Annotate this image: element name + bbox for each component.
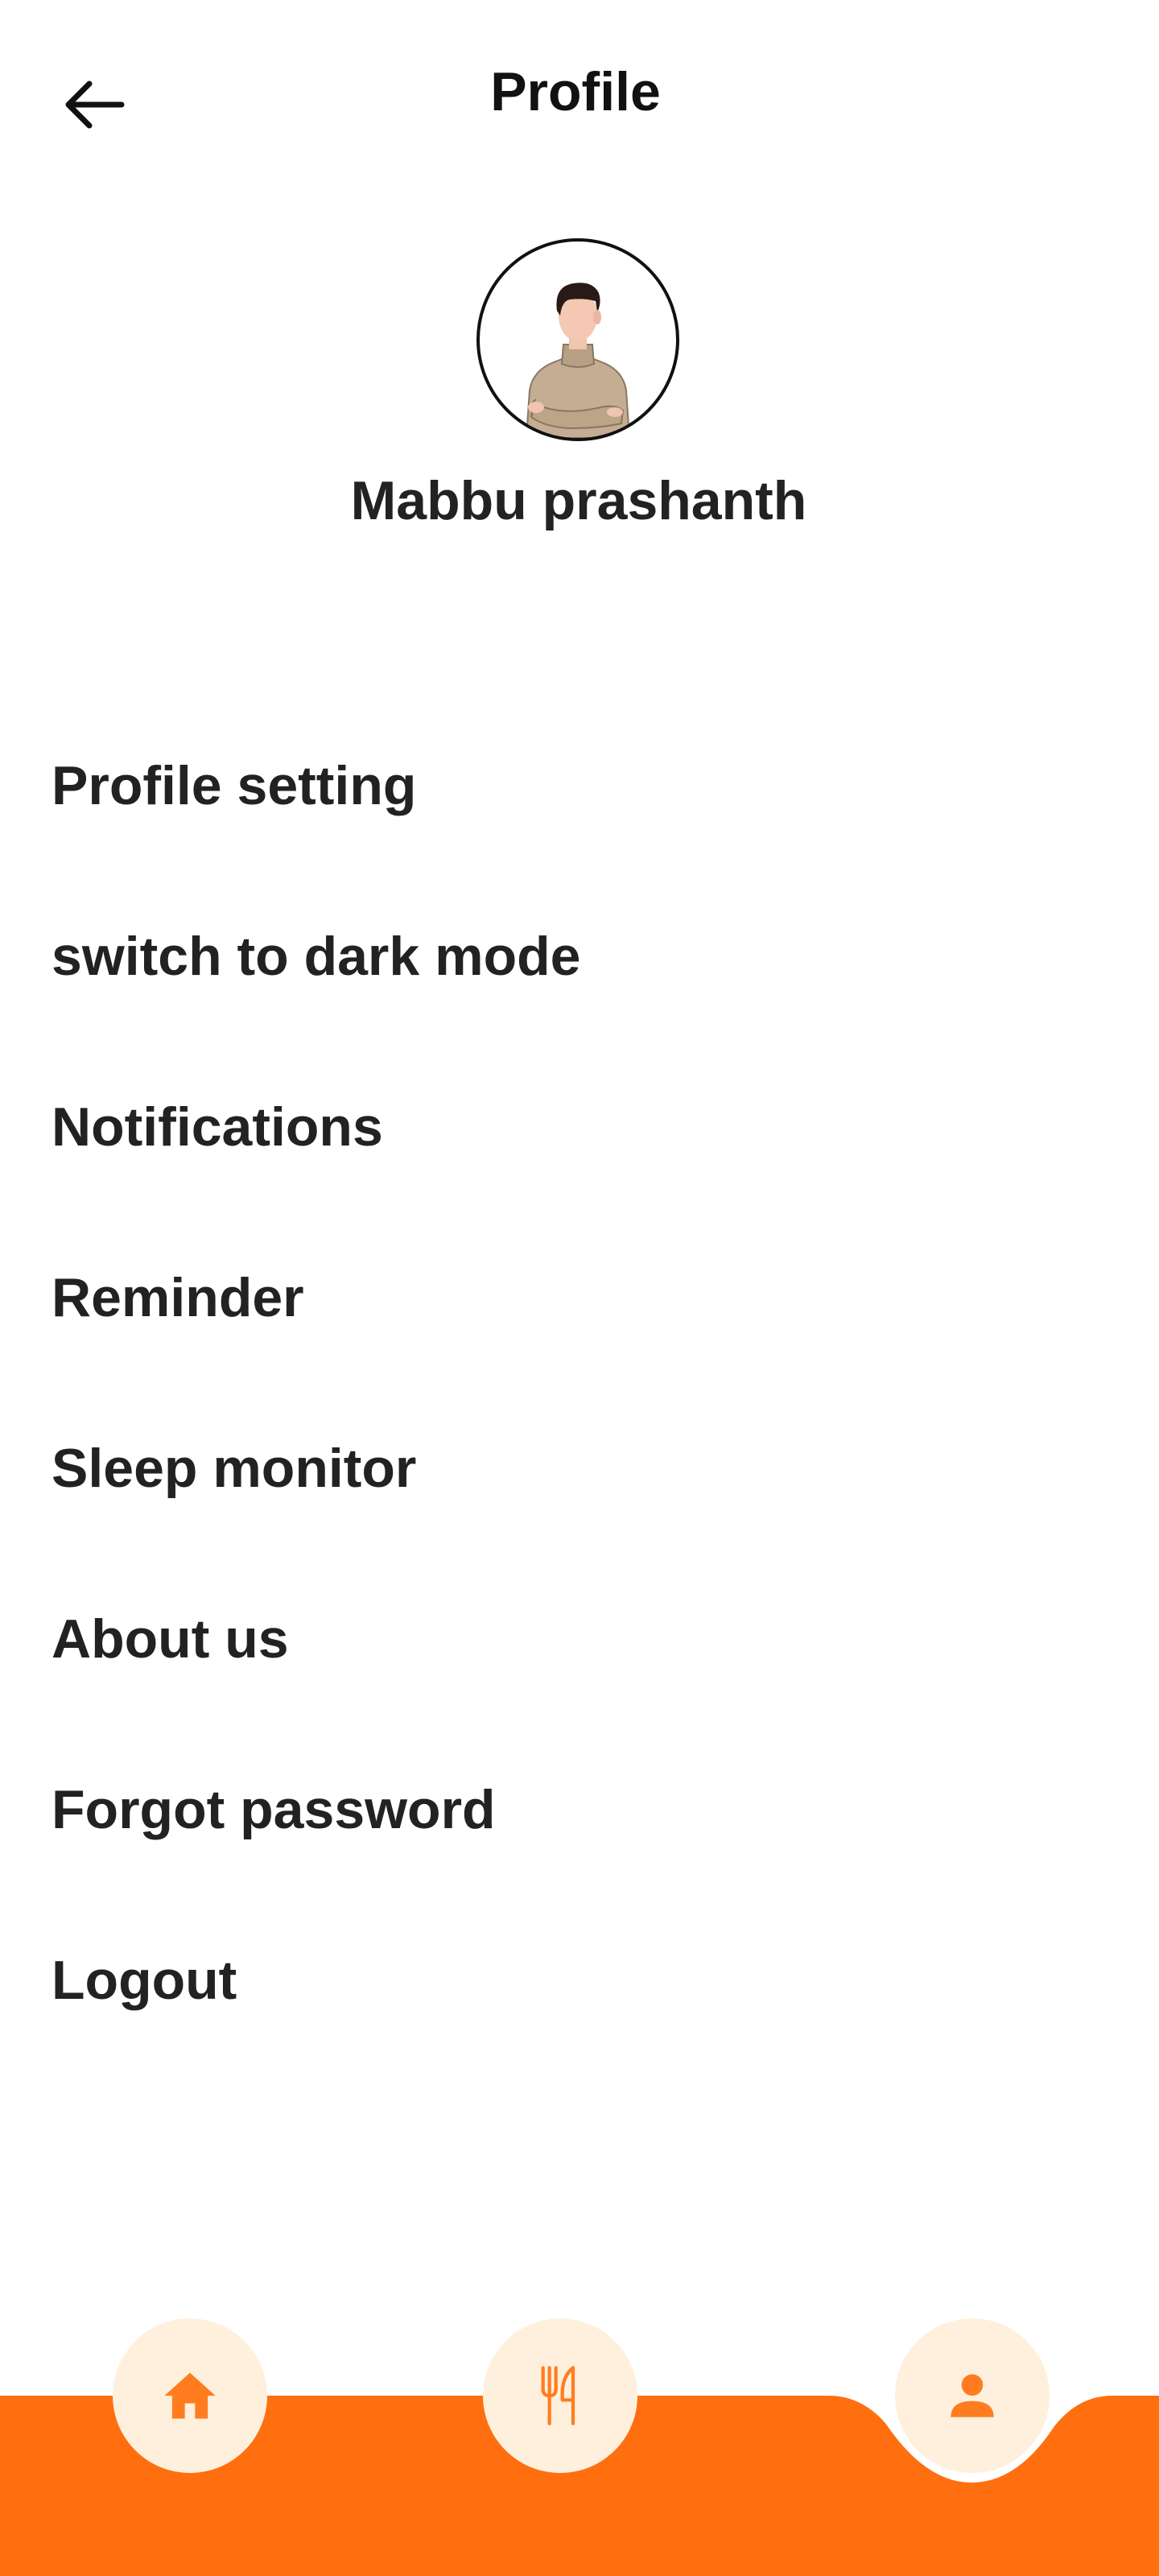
menu-item-reminder[interactable]: Reminder bbox=[0, 1246, 1159, 1417]
menu-item-about-us[interactable]: About us bbox=[0, 1587, 1159, 1758]
settings-menu: Profile setting switch to dark mode Noti… bbox=[0, 734, 1159, 2099]
user-name: Mabbu prashanth bbox=[350, 470, 807, 531]
home-icon bbox=[164, 2372, 216, 2419]
bottom-nav bbox=[0, 2302, 1159, 2576]
menu-item-forgot-password[interactable]: Forgot password bbox=[0, 1758, 1159, 1929]
menu-item-logout[interactable]: Logout bbox=[0, 1929, 1159, 2099]
avatar bbox=[476, 238, 679, 441]
header: Profile bbox=[0, 0, 1159, 201]
menu-item-profile-setting[interactable]: Profile setting bbox=[0, 734, 1159, 905]
fork-knife-icon bbox=[541, 2366, 575, 2425]
nav-home-button[interactable] bbox=[113, 2318, 267, 2473]
menu-item-dark-mode[interactable]: switch to dark mode bbox=[0, 905, 1159, 1075]
person-icon bbox=[951, 2374, 994, 2417]
nav-meals-button[interactable] bbox=[483, 2318, 637, 2473]
nav-profile-button[interactable] bbox=[895, 2318, 1050, 2473]
page-title: Profile bbox=[490, 61, 661, 122]
menu-item-notifications[interactable]: Notifications bbox=[0, 1075, 1159, 1246]
menu-item-sleep-monitor[interactable]: Sleep monitor bbox=[0, 1417, 1159, 1587]
